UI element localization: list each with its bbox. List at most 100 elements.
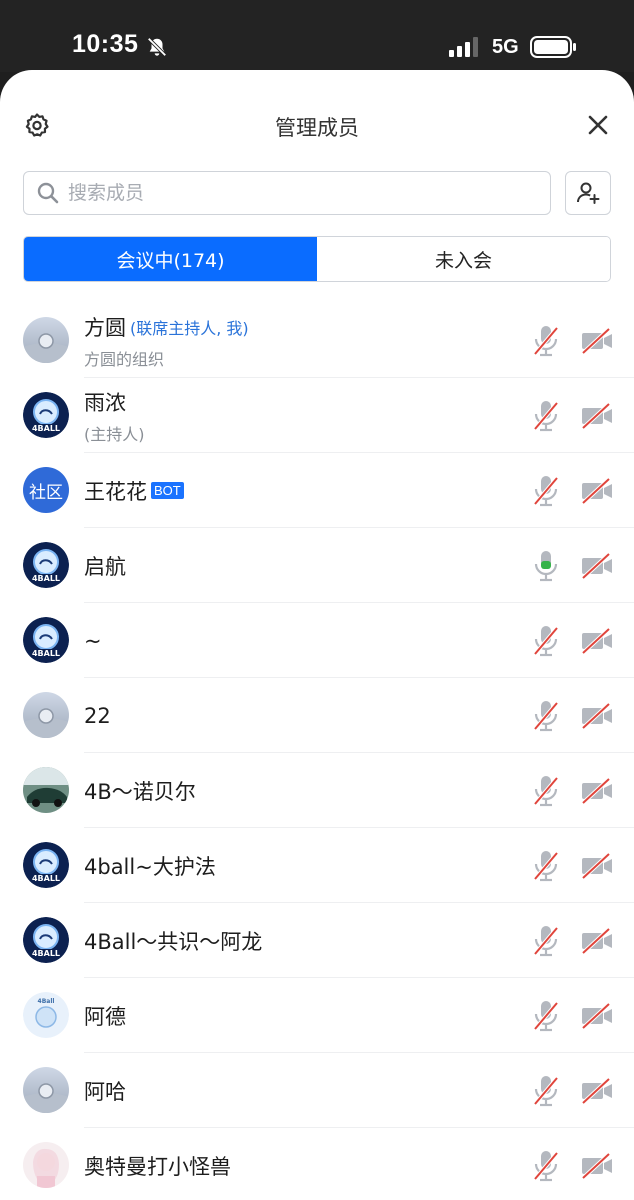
camera-off-icon[interactable]: [580, 627, 614, 655]
member-info: 王花花 BOT: [84, 453, 184, 528]
member-row[interactable]: 4B～诺贝尔: [0, 753, 634, 828]
member-row[interactable]: 22: [0, 678, 634, 753]
member-name-line: 4Ball～共识～阿龙: [84, 926, 262, 956]
camera-off-icon[interactable]: [580, 927, 614, 955]
mic-muted-icon[interactable]: [531, 399, 561, 433]
avatar: 4BALL: [23, 917, 69, 963]
bot-badge: BOT: [151, 482, 184, 499]
member-name-line: 启航: [84, 551, 126, 581]
member-row[interactable]: 4BALL 启航: [0, 528, 634, 603]
tab-not-joined[interactable]: 未入会: [317, 237, 610, 281]
camera-off-icon[interactable]: [580, 1077, 614, 1105]
member-row[interactable]: 4BALL 4Ball～共识～阿龙: [0, 903, 634, 978]
member-info: 4B～诺贝尔: [84, 753, 196, 828]
mic-muted-icon[interactable]: [531, 324, 561, 358]
member-name-line: 阿哈: [84, 1076, 126, 1106]
page-title: 管理成员: [275, 116, 359, 140]
camera-off-icon[interactable]: [580, 552, 614, 580]
tab-in-meeting[interactable]: 会议中(174): [24, 237, 317, 281]
manage-members-sheet: 管理成员 会议中(174) 未入会 方圆(联席主持人, 我) 方圆的组织 4BALL…: [0, 70, 634, 1200]
search-input[interactable]: [66, 181, 510, 205]
network-label: 5G: [492, 36, 519, 58]
bell-muted-icon: [147, 37, 167, 57]
member-row[interactable]: 4BALL ~: [0, 603, 634, 678]
member-row[interactable]: 4BALL 4ball~大护法: [0, 828, 634, 903]
mic-muted-icon[interactable]: [531, 1149, 561, 1183]
avatar: 4BALL: [23, 542, 69, 588]
camera-off-icon[interactable]: [580, 402, 614, 430]
member-name-line: ~: [84, 629, 102, 653]
member-info: 阿德: [84, 978, 126, 1053]
camera-off-icon[interactable]: [580, 1152, 614, 1180]
member-name: 4B～诺贝尔: [84, 779, 196, 804]
sheet-header: 管理成员: [0, 70, 634, 180]
avatar: 4BALL: [23, 842, 69, 888]
member-name-line: 奥特曼打小怪兽: [84, 1151, 231, 1181]
camera-off-icon[interactable]: [580, 477, 614, 505]
member-name-line: 4ball~大护法: [84, 851, 216, 881]
mic-muted-icon[interactable]: [531, 999, 561, 1033]
member-info: 雨浓 (主持人): [84, 378, 145, 453]
member-name-line: 方圆 (联席主持人, 我): [84, 312, 249, 342]
member-name: 4Ball～共识～阿龙: [84, 929, 263, 954]
member-role: (联席主持人, 我): [130, 318, 249, 338]
camera-off-icon[interactable]: [580, 702, 614, 730]
member-name: 方圆: [84, 315, 126, 340]
mic-muted-icon[interactable]: [531, 774, 561, 808]
member-name: 奥特曼打小怪兽: [84, 1154, 231, 1179]
member-info: 方圆 (联席主持人, 我) 方圆的组织: [84, 303, 249, 378]
member-row[interactable]: 4BALL 雨浓 (主持人): [0, 378, 634, 453]
avatar: 社区: [23, 467, 69, 513]
camera-off-icon[interactable]: [580, 327, 614, 355]
member-row[interactable]: 方圆 (联席主持人, 我) 方圆的组织: [0, 303, 634, 378]
svg-text:4BALL: 4BALL: [32, 949, 60, 958]
mic-muted-icon[interactable]: [531, 924, 561, 958]
member-name: 雨浓: [84, 390, 126, 415]
mic-muted-icon[interactable]: [531, 624, 561, 658]
member-row[interactable]: 阿哈: [0, 1053, 634, 1128]
status-bar: 10:35 5G: [0, 0, 634, 72]
member-row[interactable]: 奥特曼打小怪兽: [0, 1128, 634, 1200]
member-info: ~: [84, 603, 102, 678]
mic-icon[interactable]: [531, 549, 561, 583]
member-name: ~: [84, 628, 102, 653]
avatar: 4BALL: [23, 617, 69, 663]
camera-off-icon[interactable]: [580, 777, 614, 805]
member-row[interactable]: 4Ball 阿德: [0, 978, 634, 1053]
avatar: [23, 1142, 69, 1188]
member-name-line: 4B～诺贝尔: [84, 776, 196, 806]
add-user-icon: [577, 182, 600, 204]
member-name-line: 22: [84, 704, 111, 728]
member-info: 奥特曼打小怪兽: [84, 1128, 231, 1200]
mic-muted-icon[interactable]: [531, 699, 561, 733]
close-icon[interactable]: [586, 113, 610, 137]
camera-off-icon[interactable]: [580, 852, 614, 880]
search-box[interactable]: [23, 171, 551, 215]
member-name: 阿德: [84, 1004, 126, 1029]
member-name: 22: [84, 703, 111, 728]
member-name: 王花花: [84, 479, 147, 504]
camera-off-icon[interactable]: [580, 1002, 614, 1030]
mic-muted-icon[interactable]: [531, 1074, 561, 1108]
search-icon: [37, 182, 59, 204]
member-row[interactable]: 社区 王花花 BOT: [0, 453, 634, 528]
mic-muted-icon[interactable]: [531, 849, 561, 883]
member-subtitle: (主持人): [84, 424, 145, 444]
member-tabs: 会议中(174) 未入会: [23, 236, 611, 282]
member-name-line: 王花花 BOT: [84, 476, 184, 506]
mic-muted-icon[interactable]: [531, 474, 561, 508]
avatar: [23, 317, 69, 363]
avatar: [23, 1067, 69, 1113]
member-info: 22: [84, 678, 111, 753]
svg-text:4BALL: 4BALL: [32, 574, 60, 583]
member-info: 4Ball～共识～阿龙: [84, 903, 262, 978]
avatar: [23, 692, 69, 738]
svg-text:4BALL: 4BALL: [32, 874, 60, 883]
avatar: 4BALL: [23, 392, 69, 438]
member-name-line: 阿德: [84, 1001, 126, 1031]
svg-text:4Ball: 4Ball: [38, 998, 55, 1005]
member-info: 4ball~大护法: [84, 828, 216, 903]
member-list: 方圆 (联席主持人, 我) 方圆的组织 4BALL 雨浓 (主持人) 社区 王花花 BOT 4BA…: [0, 303, 634, 1200]
svg-text:4BALL: 4BALL: [32, 649, 60, 658]
add-member-button[interactable]: [565, 171, 611, 215]
